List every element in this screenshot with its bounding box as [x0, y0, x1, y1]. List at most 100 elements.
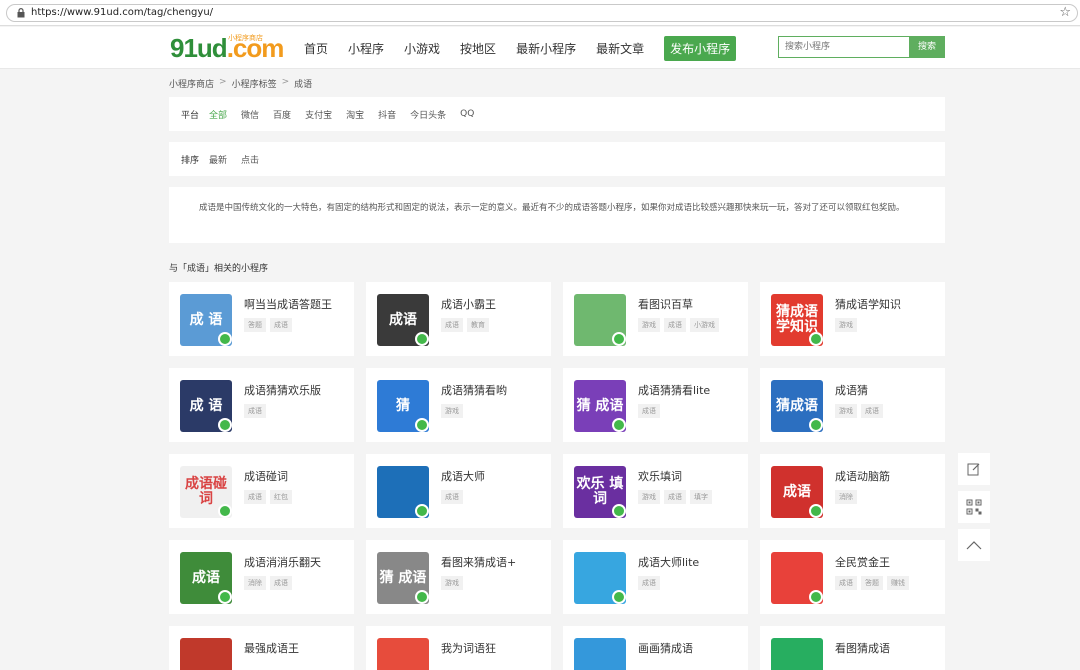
app-tag[interactable]: 成语	[270, 576, 292, 590]
app-icon[interactable]: 猜 成语	[377, 552, 429, 604]
app-card[interactable]: 我为词语狂	[366, 626, 551, 670]
app-tag[interactable]: 游戏	[638, 318, 660, 332]
app-title[interactable]: 成语碰词	[244, 468, 288, 484]
app-tag[interactable]: 答题	[861, 576, 883, 590]
app-tag[interactable]: 成语	[270, 318, 292, 332]
app-title[interactable]: 成语消消乐翻天	[244, 554, 321, 570]
sort-option-clicks[interactable]: 点击	[241, 153, 259, 166]
app-icon[interactable]: 成语	[377, 294, 429, 346]
nav-latest-miniprogram[interactable]: 最新小程序	[516, 40, 576, 57]
edit-icon[interactable]	[958, 453, 990, 485]
app-card[interactable]: 看图识百草 游戏 成语 小游戏	[563, 282, 748, 356]
app-tag[interactable]: 成语	[441, 318, 463, 332]
app-title[interactable]: 成语大师lite	[638, 554, 699, 570]
app-icon[interactable]: 成 语	[180, 380, 232, 432]
app-icon[interactable]: 猜 成语	[574, 380, 626, 432]
app-card[interactable]: 欢乐 填词 欢乐填词 游戏 成语 填字	[563, 454, 748, 528]
app-tag[interactable]: 游戏	[441, 576, 463, 590]
app-tag[interactable]: 教育	[467, 318, 489, 332]
platform-option-alipay[interactable]: 支付宝	[305, 108, 332, 121]
platform-option-taobao[interactable]: 淘宝	[346, 108, 364, 121]
app-card[interactable]: 最强成语王	[169, 626, 354, 670]
sort-option-latest[interactable]: 最新	[209, 153, 227, 166]
app-icon[interactable]: 猜成语	[771, 380, 823, 432]
app-tag[interactable]: 红包	[270, 490, 292, 504]
platform-option-baidu[interactable]: 百度	[273, 108, 291, 121]
app-title[interactable]: 成语大师	[441, 468, 485, 484]
app-icon[interactable]: 成语碰词	[180, 466, 232, 518]
bookmark-star-icon[interactable]: ☆	[1059, 5, 1071, 20]
app-card[interactable]: 成语 成语动脑筋 消除	[760, 454, 945, 528]
app-card[interactable]: 成语大师 成语	[366, 454, 551, 528]
app-icon[interactable]	[574, 638, 626, 670]
app-tag[interactable]: 赚钱	[887, 576, 909, 590]
platform-option-all[interactable]: 全部	[209, 108, 227, 121]
app-icon[interactable]	[377, 638, 429, 670]
app-icon[interactable]: 猜成语 学知识	[771, 294, 823, 346]
app-tag[interactable]: 成语	[638, 576, 660, 590]
nav-latest-articles[interactable]: 最新文章	[596, 40, 644, 57]
app-card[interactable]: 全民赏金王成语 答题 赚钱	[760, 540, 945, 614]
app-tag[interactable]: 成语	[244, 404, 266, 418]
app-card[interactable]: 成语 成语消消乐翻天 消除 成语	[169, 540, 354, 614]
app-tag[interactable]: 成语	[664, 318, 686, 332]
app-icon[interactable]	[574, 552, 626, 604]
app-title[interactable]: 成语猜猜欢乐版	[244, 382, 321, 398]
app-icon[interactable]: 欢乐 填词	[574, 466, 626, 518]
site-logo[interactable]: 91ud.com 小程序商店	[170, 33, 284, 63]
app-icon[interactable]: 成语	[180, 552, 232, 604]
app-title[interactable]: 成语小霸王	[441, 296, 496, 312]
platform-option-wechat[interactable]: 微信	[241, 108, 259, 121]
platform-option-qq[interactable]: QQ	[460, 109, 474, 119]
app-title[interactable]: 看图来猜成语+	[441, 554, 516, 570]
app-icon[interactable]: 成 语	[180, 294, 232, 346]
app-tag[interactable]: 消除	[244, 576, 266, 590]
app-card[interactable]: 猜 成语 看图来猜成语+ 游戏	[366, 540, 551, 614]
breadcrumb-item[interactable]: 小程序标签	[232, 77, 277, 90]
search-input[interactable]	[779, 37, 909, 57]
app-title[interactable]: 猜成语学知识	[835, 296, 901, 312]
app-tag[interactable]: 答题	[244, 318, 266, 332]
app-tag[interactable]: 成语	[441, 490, 463, 504]
platform-option-douyin[interactable]: 抖音	[378, 108, 396, 121]
app-tag[interactable]: 填字	[690, 490, 712, 504]
nav-minigame[interactable]: 小游戏	[404, 40, 440, 57]
app-tag[interactable]: 成语	[638, 404, 660, 418]
nav-home[interactable]: 首页	[304, 40, 328, 57]
app-title[interactable]: 最强成语王	[244, 640, 299, 656]
app-card[interactable]: 成 语成语猜猜欢乐版 成语	[169, 368, 354, 442]
app-card[interactable]: 画画猜成语	[563, 626, 748, 670]
app-icon[interactable]	[771, 638, 823, 670]
app-icon[interactable]	[771, 552, 823, 604]
app-title[interactable]: 成语猜猜看哟	[441, 382, 507, 398]
app-tag[interactable]: 游戏	[835, 404, 857, 418]
app-card[interactable]: 成语大师lite 成语	[563, 540, 748, 614]
app-card[interactable]: 猜成语 成语猜游戏 成语	[760, 368, 945, 442]
breadcrumb-item[interactable]: 小程序商店	[169, 77, 214, 90]
app-tag[interactable]: 成语	[861, 404, 883, 418]
publish-miniprogram-button[interactable]: 发布小程序	[664, 35, 737, 61]
app-title[interactable]: 画画猜成语	[638, 640, 693, 656]
app-tag[interactable]: 成语	[664, 490, 686, 504]
nav-by-region[interactable]: 按地区	[460, 40, 496, 57]
app-icon[interactable]	[180, 638, 232, 670]
app-card[interactable]: 成 语啊当当成语答题王 答题 成语	[169, 282, 354, 356]
app-title[interactable]: 啊当当成语答题王	[244, 296, 332, 312]
app-title[interactable]: 看图猜成语	[835, 640, 890, 656]
app-icon[interactable]	[574, 294, 626, 346]
app-card[interactable]: 看图猜成语	[760, 626, 945, 670]
app-title[interactable]: 全民赏金王	[835, 554, 890, 570]
app-tag[interactable]: 成语	[835, 576, 857, 590]
app-icon[interactable]	[377, 466, 429, 518]
qrcode-icon[interactable]	[958, 491, 990, 523]
app-tag[interactable]: 消除	[835, 490, 857, 504]
app-title[interactable]: 我为词语狂	[441, 640, 496, 656]
app-icon[interactable]: 猜	[377, 380, 429, 432]
app-card[interactable]: 猜 成语 成语猜猜看lite 成语	[563, 368, 748, 442]
url-field[interactable]: https://www.91ud.com/tag/chengyu/ ☆	[6, 4, 1078, 22]
app-tag[interactable]: 游戏	[441, 404, 463, 418]
app-tag[interactable]: 游戏	[638, 490, 660, 504]
app-card[interactable]: 成语碰词 成语碰词 成语 红包	[169, 454, 354, 528]
app-tag[interactable]: 成语	[244, 490, 266, 504]
app-title[interactable]: 成语猜	[835, 382, 868, 398]
